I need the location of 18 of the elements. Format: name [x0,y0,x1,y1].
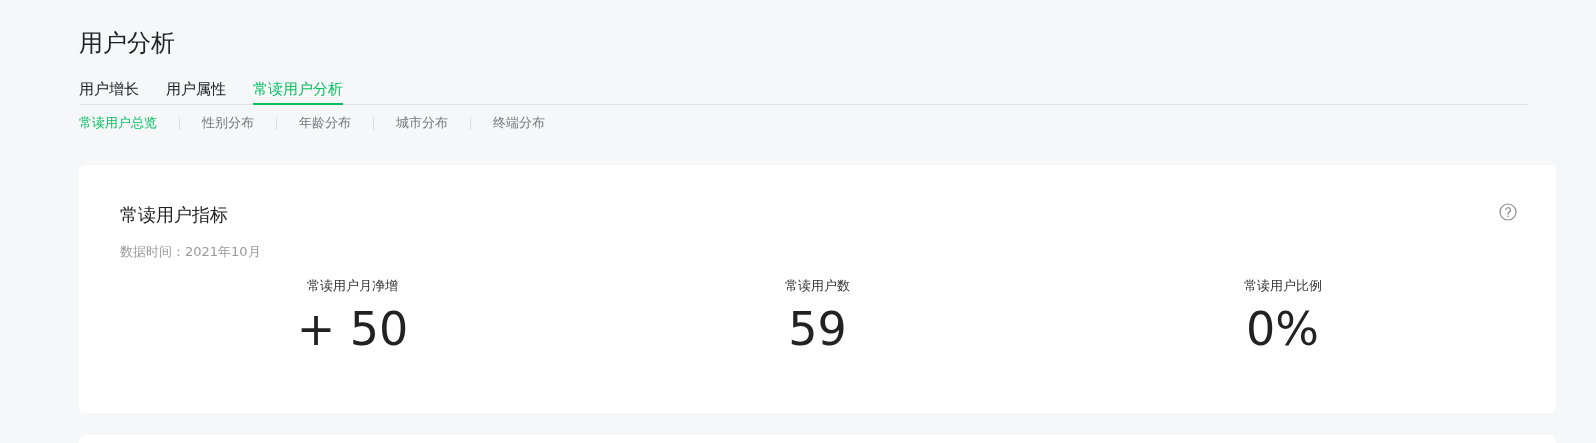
help-icon[interactable] [1499,203,1517,221]
tab[interactable]: 用户增长 [79,80,139,105]
subtab[interactable]: 年龄分布 [299,114,351,132]
subtab[interactable]: 常读用户总览 [79,114,157,132]
metric-label: 常读用户月净增 [307,277,398,295]
subtab[interactable]: 性别分布 [202,114,254,132]
page-title: 用户分析 [79,28,176,59]
metric-label: 常读用户数 [785,277,850,295]
tab[interactable]: 常读用户分析 [253,80,343,105]
metric-value: 0% [1246,301,1319,357]
metric-label: 常读用户比例 [1243,277,1322,295]
data-time: 数据时间：2021年10月 [120,243,262,261]
subtab[interactable]: 终端分布 [493,114,545,132]
tab[interactable]: 用户属性 [166,80,226,105]
metric-value: + 50 [296,301,409,357]
subtab[interactable]: 城市分布 [396,114,448,132]
card-title: 常读用户指标 [120,203,228,227]
metric-value: 59 [788,301,847,357]
